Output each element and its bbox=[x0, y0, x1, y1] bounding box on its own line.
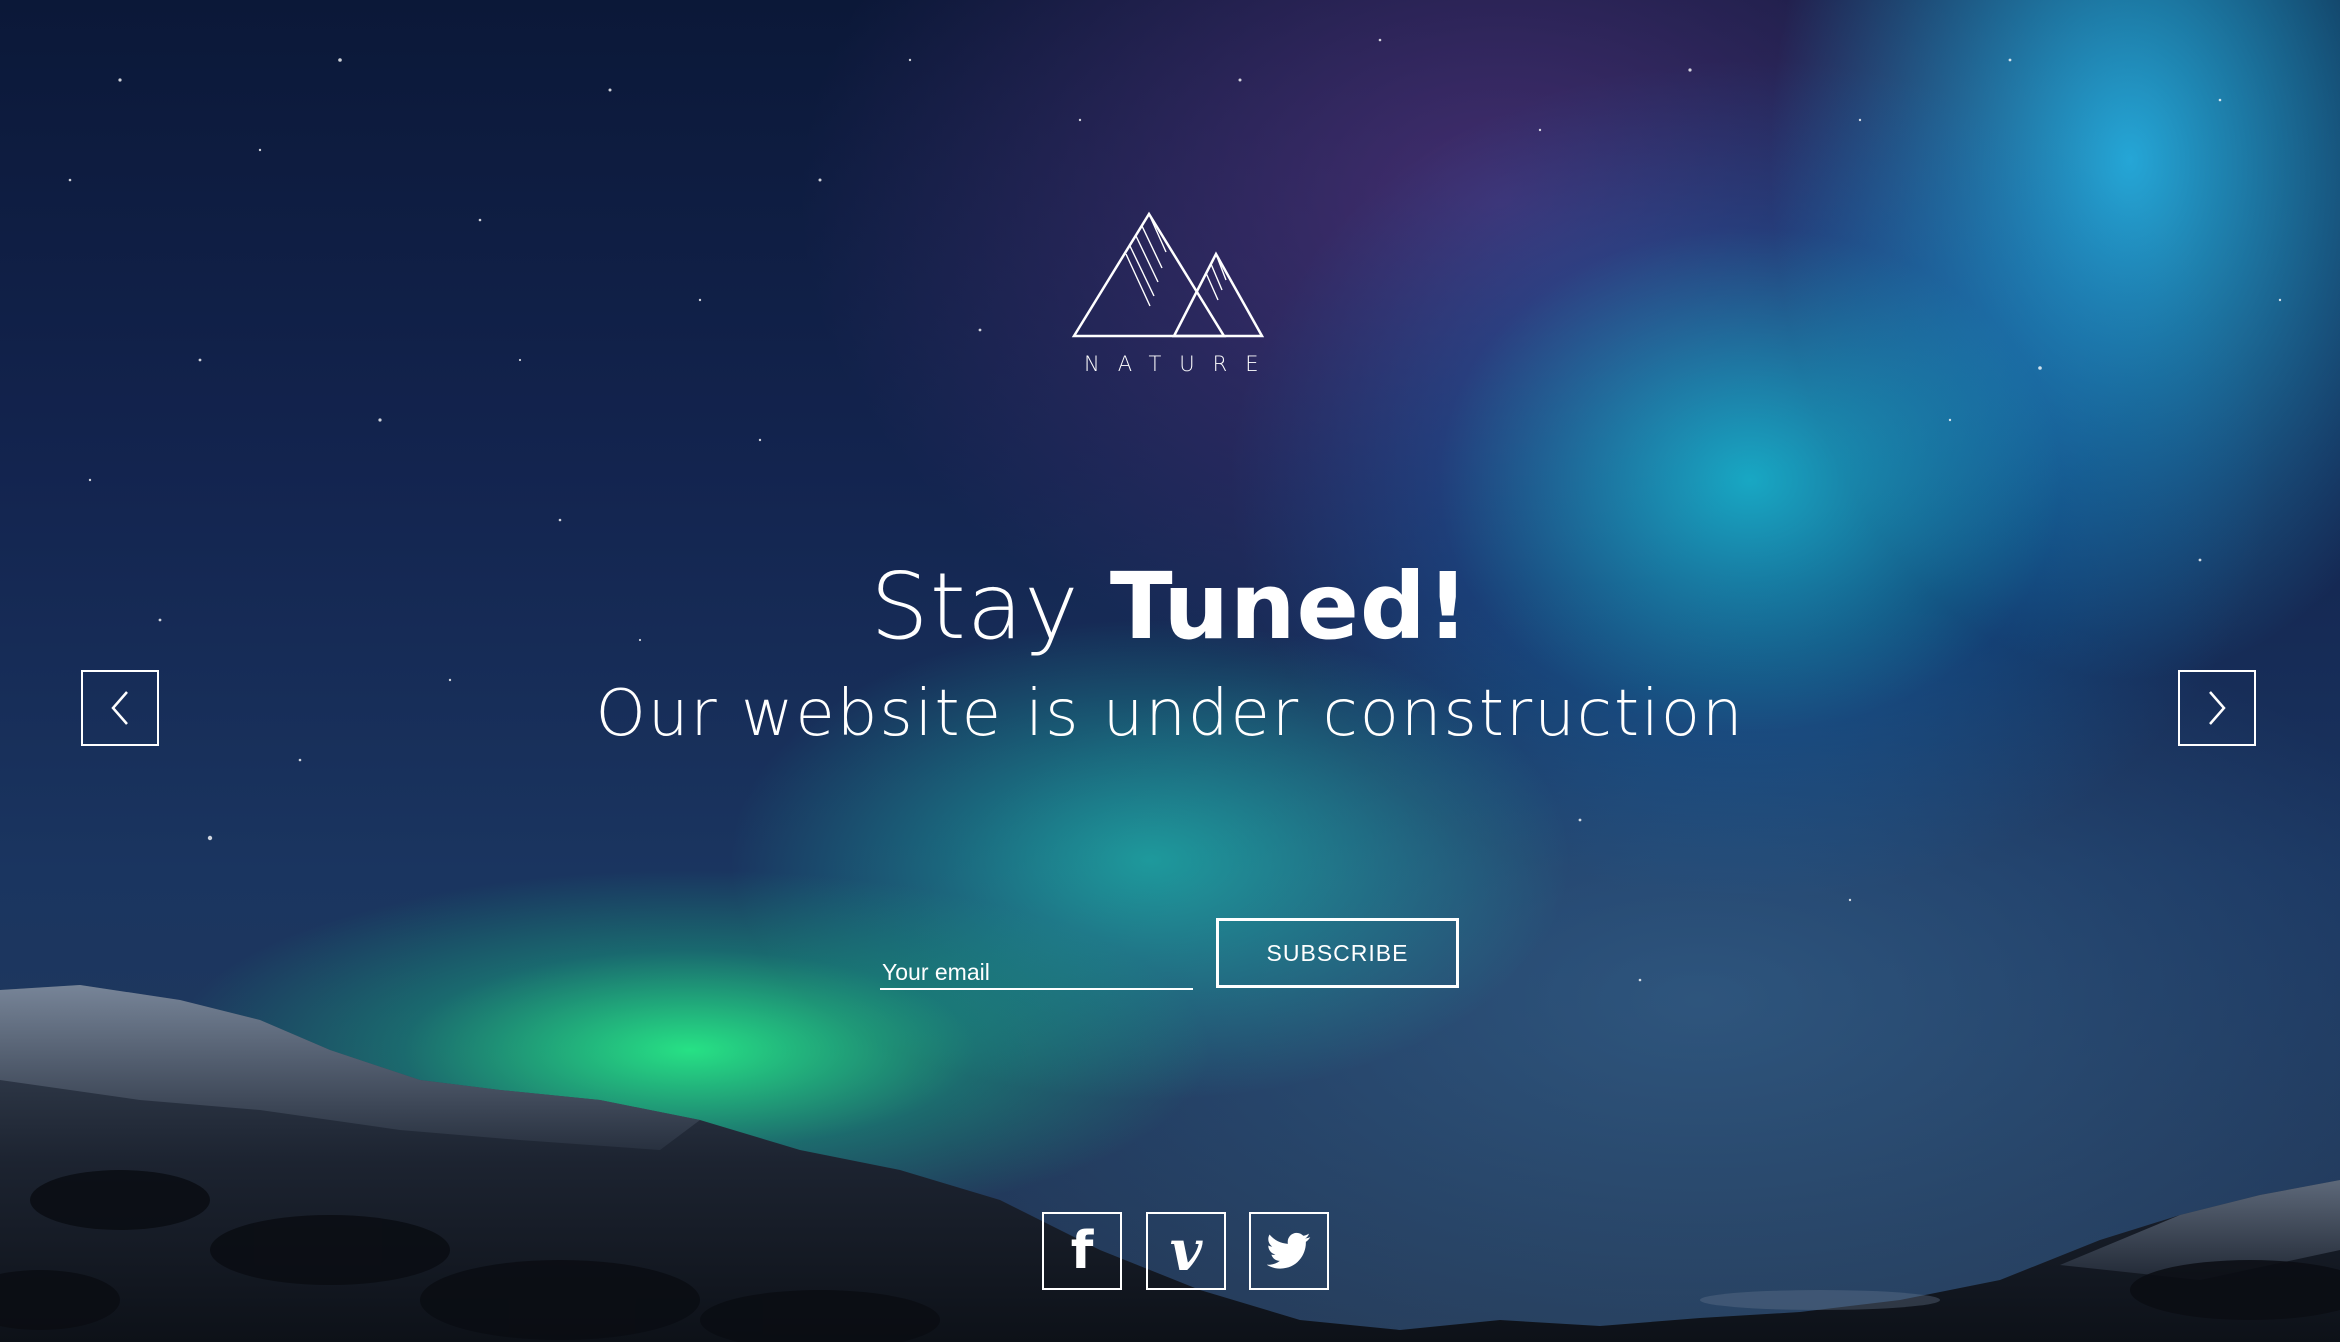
facebook-link[interactable]: f bbox=[1042, 1212, 1122, 1290]
brand-name: NATURE bbox=[1084, 352, 1277, 376]
vimeo-link[interactable]: v bbox=[1146, 1212, 1226, 1290]
email-input[interactable] bbox=[880, 944, 1193, 988]
twitter-icon bbox=[1267, 1232, 1311, 1269]
chevron-right-icon bbox=[2209, 691, 2226, 725]
hero-subtitle: Our website is under construction bbox=[595, 677, 1745, 751]
chevron-left-icon bbox=[111, 691, 128, 725]
next-slide-button[interactable] bbox=[2178, 670, 2256, 746]
email-field-wrapper bbox=[880, 944, 1193, 990]
hero-title-light: Stay bbox=[870, 553, 1080, 660]
prev-slide-button[interactable] bbox=[81, 670, 159, 746]
snowy-mountains bbox=[0, 985, 2340, 1342]
hero-title-bold: Tuned! bbox=[1109, 553, 1470, 660]
landing-page: NATURE Stay Tuned! Our website is under … bbox=[0, 0, 2340, 1342]
subscribe-button[interactable]: SUBSCRIBE bbox=[1216, 918, 1459, 988]
hero-title: Stay Tuned! bbox=[0, 552, 2340, 662]
vimeo-icon: v bbox=[1169, 1218, 1203, 1284]
twitter-link[interactable] bbox=[1249, 1212, 1329, 1290]
mountains-logo-icon bbox=[1071, 211, 1265, 338]
facebook-icon: f bbox=[1070, 1221, 1094, 1281]
